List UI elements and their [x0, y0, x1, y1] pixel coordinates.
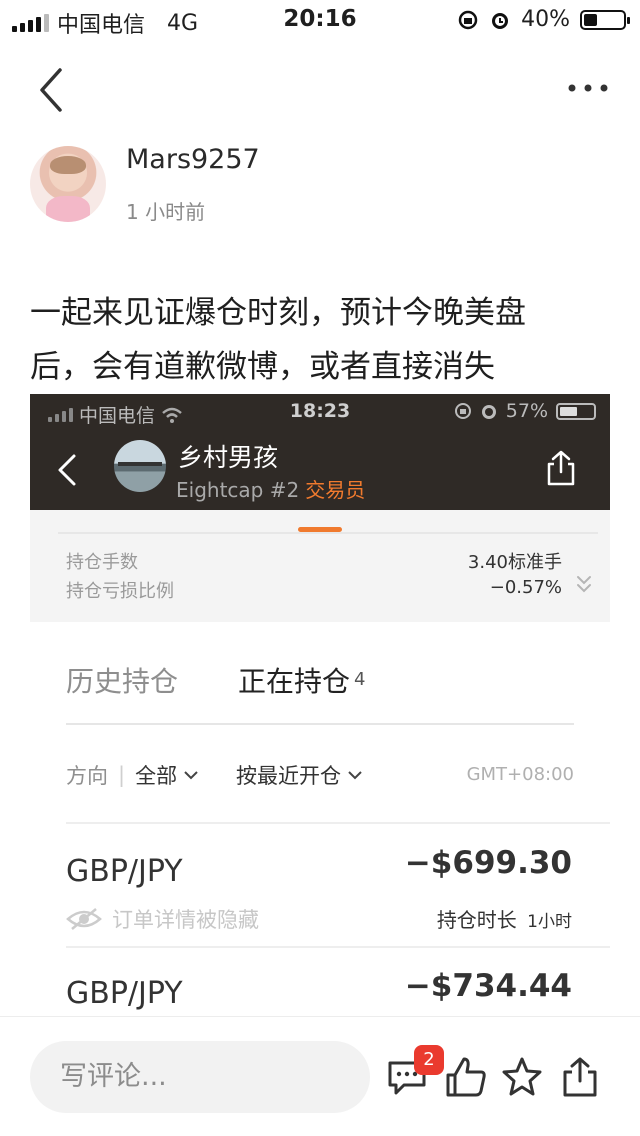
embedded-status-bar: 中国电信 18:23 57%: [30, 394, 610, 430]
embedded-tab-indicator: [298, 527, 342, 532]
tab-divider: [66, 723, 574, 725]
embedded-user-subtitle: Eightcap #2 交易员: [176, 474, 365, 503]
share-icon[interactable]: [558, 1055, 602, 1099]
post-text-line-1: 一起来见证爆仓时刻，预计今晚美盘: [30, 295, 526, 331]
embedded-alarm-icon: [481, 405, 496, 419]
embedded-rotation-lock-icon: [454, 403, 471, 419]
status-bar: 中国电信 4G 20:16 40%: [0, 0, 640, 40]
eye-off-icon: [66, 908, 102, 930]
row-divider: [66, 946, 610, 948]
like-icon[interactable]: [444, 1055, 488, 1099]
embedded-battery-icon: [556, 402, 596, 420]
embedded-header: 中国电信 18:23 57% 乡村男孩 Eightcap #2 交易员: [30, 394, 610, 510]
filter-divider: [66, 822, 610, 824]
rotation-lock-icon: [458, 10, 478, 29]
position-pnl: −$734.44: [404, 968, 572, 1004]
embedded-battery-percent: 57%: [505, 400, 548, 422]
post-text-line-2: 后，会有道歉微博，或者直接消失: [30, 349, 495, 385]
post-text: 一起来见证爆仓时刻，预计今晚美盘 后，会有道歉微博，或者直接消失: [30, 286, 610, 394]
direction-label: 方向: [66, 764, 108, 788]
embedded-broker: Eightcap #2: [176, 478, 300, 502]
chevron-down-icon: [184, 771, 198, 780]
star-icon[interactable]: [500, 1055, 544, 1099]
embedded-avatar: [114, 440, 166, 492]
double-chevron-down-icon: [577, 576, 591, 593]
embedded-screenshot[interactable]: 中国电信 18:23 57% 乡村男孩 Eightcap #2 交易员 持仓手数…: [30, 394, 610, 622]
direction-filter[interactable]: 方向 | 全部: [66, 760, 199, 790]
tab-current-count: 4: [354, 669, 366, 690]
hold-duration: 持仓时长 1小时: [437, 904, 572, 933]
embedded-status-right: 57%: [454, 400, 596, 422]
bottom-action-bar: 写评论... 2: [0, 1016, 640, 1136]
post-detail-page: 中国电信 4G 20:16 40% Mars9257 1 小时前 一起来见证爆仓…: [0, 0, 640, 1136]
battery-percent: 40%: [521, 7, 570, 32]
embedded-role: 交易员: [305, 478, 366, 502]
stat-label-loss-ratio: 持仓亏损比例: [66, 581, 174, 602]
back-button[interactable]: [28, 62, 78, 118]
hold-value: 1小时: [527, 912, 572, 932]
stat-label-lots: 持仓手数: [66, 552, 138, 573]
embedded-back-icon: [58, 454, 76, 486]
sort-value: 按最近开仓: [236, 764, 341, 788]
position-pair[interactable]: GBP/JPY: [66, 976, 183, 1011]
position-pair[interactable]: GBP/JPY: [66, 854, 183, 889]
battery-icon: [580, 9, 630, 30]
avatar[interactable]: [30, 146, 106, 222]
avatar-shirt: [46, 196, 90, 222]
alarm-icon: [492, 12, 509, 29]
post-time: 1 小时前: [126, 200, 206, 224]
hidden-note: 订单详情被隐藏: [112, 908, 259, 932]
timezone-label: GMT+08:00: [466, 764, 574, 785]
tab-current-positions[interactable]: 正在持仓 4: [238, 660, 365, 700]
embedded-share-icon: [547, 450, 575, 486]
comment-count-badge: 2: [414, 1045, 444, 1075]
comment-input[interactable]: 写评论...: [30, 1041, 370, 1113]
order-details-hidden: 订单详情被隐藏: [66, 904, 259, 934]
status-right: 40%: [457, 7, 630, 32]
sort-filter[interactable]: 按最近开仓: [236, 760, 363, 790]
filter-separator: |: [118, 763, 126, 787]
direction-value: 全部: [135, 764, 178, 788]
tab-current-label: 正在持仓: [238, 665, 351, 698]
chevron-down-icon: [348, 771, 362, 780]
stat-value-loss-ratio: −0.57%: [489, 577, 562, 598]
stat-value-lots: 3.40标准手: [467, 552, 562, 573]
embedded-user-name: 乡村男孩: [178, 443, 279, 472]
avatar-hair: [50, 156, 86, 174]
author-name[interactable]: Mars9257: [126, 144, 260, 175]
position-pnl: −$699.30: [404, 845, 572, 881]
hold-label: 持仓时长: [436, 908, 517, 932]
embedded-tab-divider: [58, 532, 598, 534]
tab-history-positions[interactable]: 历史持仓: [66, 660, 178, 700]
more-button[interactable]: [564, 70, 612, 106]
